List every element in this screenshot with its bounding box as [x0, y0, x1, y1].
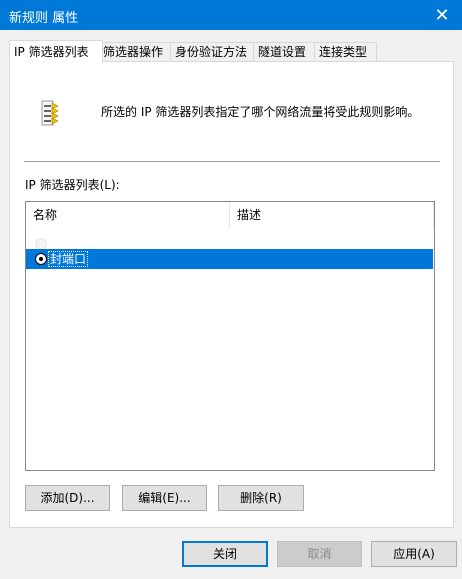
apply-button[interactable]: 应用(A) [371, 541, 457, 567]
list-header: 名称 描述 [26, 202, 434, 228]
ip-filter-list-label: IP 筛选器列表(L): [25, 178, 120, 192]
ip-filter-listview[interactable]: 名称 描述 封端口 [25, 201, 435, 471]
tab-authentication-methods[interactable]: 身份验证方法 [170, 42, 257, 62]
divider [24, 161, 440, 162]
tab-connection-type[interactable]: 连接类型 [314, 42, 377, 62]
title-bar: 新规则 属性 ✕ [0, 0, 462, 30]
table-row[interactable]: 封端口 [26, 249, 433, 269]
add-button[interactable]: 添加(D)... [25, 485, 110, 511]
tab-ip-filter-list[interactable]: IP 筛选器列表 [9, 40, 103, 63]
tab-filter-action[interactable]: 筛选器操作 [98, 42, 174, 62]
edit-button[interactable]: 编辑(E)... [122, 485, 207, 511]
column-header-name[interactable]: 名称 [26, 202, 230, 228]
tab-tunnel-settings[interactable]: 隧道设置 [253, 42, 318, 62]
radio-selected-icon[interactable] [35, 253, 47, 265]
window-title: 新规则 属性 [9, 11, 79, 26]
column-header-description[interactable]: 描述 [230, 202, 434, 228]
tab-panel: 所选的 IP 筛选器列表指定了哪个网络流量将受此规则影响。 IP 筛选器列表(L… [9, 61, 454, 528]
cancel-button: 取消 [277, 541, 362, 567]
filter-list-icon [41, 100, 59, 126]
panel-description: 所选的 IP 筛选器列表指定了哪个网络流量将受此规则影响。 [101, 105, 420, 119]
close-icon[interactable]: ✕ [422, 0, 462, 30]
close-button[interactable]: 关闭 [182, 541, 268, 567]
row-name: 封端口 [48, 251, 89, 267]
delete-button[interactable]: 删除(R) [218, 485, 304, 511]
